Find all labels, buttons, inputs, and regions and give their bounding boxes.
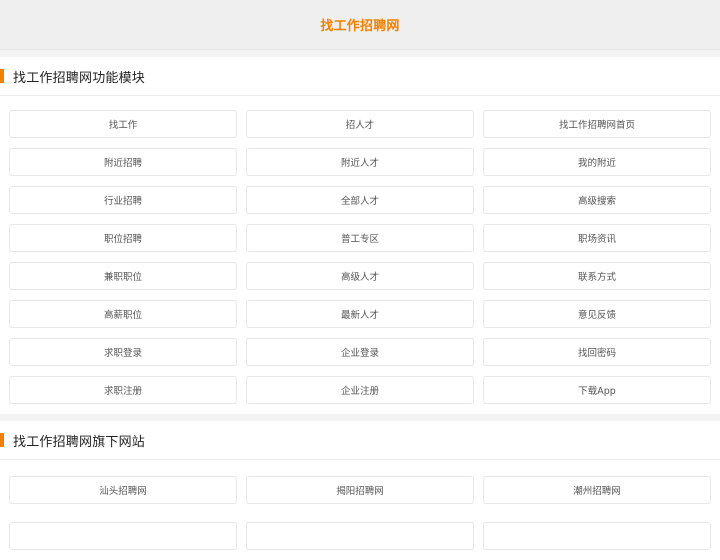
sites-grid: 汕头招聘网 揭阳招聘网 潮州招聘网: [0, 460, 720, 560]
site-link[interactable]: [9, 522, 237, 550]
contact-button[interactable]: 联系方式: [483, 262, 711, 290]
industry-jobs-button[interactable]: 行业招聘: [9, 186, 237, 214]
nearby-jobs-button[interactable]: 附近招聘: [9, 148, 237, 176]
find-job-button[interactable]: 找工作: [9, 110, 237, 138]
recruit-talent-button[interactable]: 招人才: [246, 110, 474, 138]
top-header: 找工作招聘网: [0, 0, 720, 50]
function-grid: 找工作 招人才 找工作招聘网首页 附近招聘 附近人才 我的附近 行业招聘 全部人…: [0, 96, 720, 414]
part-time-jobs-button[interactable]: 兼职职位: [9, 262, 237, 290]
site-link-shantou[interactable]: 汕头招聘网: [9, 476, 237, 504]
section-header: 找工作招聘网旗下网站: [0, 421, 720, 460]
site-link-chaozhou[interactable]: 潮州招聘网: [483, 476, 711, 504]
section-title: 找工作招聘网旗下网站: [13, 434, 146, 450]
company-register-button[interactable]: 企业注册: [246, 376, 474, 404]
site-link-jieyang[interactable]: 揭阳招聘网: [246, 476, 474, 504]
workplace-news-button[interactable]: 职场资讯: [483, 224, 711, 252]
jobseeker-login-button[interactable]: 求职登录: [9, 338, 237, 366]
my-nearby-button[interactable]: 我的附近: [483, 148, 711, 176]
section-divider: [0, 414, 720, 421]
function-module-section: 找工作招聘网功能模块 找工作 招人才 找工作招聘网首页 附近招聘 附近人才 我的…: [0, 57, 720, 414]
general-worker-button[interactable]: 普工专区: [246, 224, 474, 252]
feedback-button[interactable]: 意见反馈: [483, 300, 711, 328]
site-link[interactable]: [246, 522, 474, 550]
jobseeker-register-button[interactable]: 求职注册: [9, 376, 237, 404]
recover-password-button[interactable]: 找回密码: [483, 338, 711, 366]
section-header: 找工作招聘网功能模块: [0, 57, 720, 96]
high-salary-jobs-button[interactable]: 高薪职位: [9, 300, 237, 328]
site-title[interactable]: 找工作招聘网: [320, 15, 399, 34]
nearby-talent-button[interactable]: 附近人才: [246, 148, 474, 176]
section-title: 找工作招聘网功能模块: [13, 70, 146, 86]
site-link[interactable]: [483, 522, 711, 550]
latest-talent-button[interactable]: 最新人才: [246, 300, 474, 328]
all-talent-button[interactable]: 全部人才: [246, 186, 474, 214]
company-login-button[interactable]: 企业登录: [246, 338, 474, 366]
section-accent-bar: [0, 433, 4, 447]
senior-talent-button[interactable]: 高级人才: [246, 262, 474, 290]
section-divider: [0, 50, 720, 57]
home-page-button[interactable]: 找工作招聘网首页: [483, 110, 711, 138]
position-jobs-button[interactable]: 职位招聘: [9, 224, 237, 252]
advanced-search-button[interactable]: 高级搜索: [483, 186, 711, 214]
affiliated-sites-section: 找工作招聘网旗下网站 汕头招聘网 揭阳招聘网 潮州招聘网: [0, 421, 720, 560]
download-app-button[interactable]: 下载App: [483, 376, 711, 404]
section-accent-bar: [0, 69, 4, 83]
